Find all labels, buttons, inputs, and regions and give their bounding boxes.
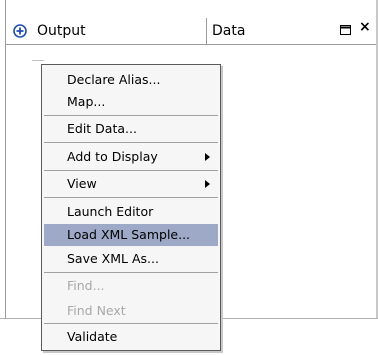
menu-separator [44, 197, 218, 198]
menu-item-edit-data[interactable]: Edit Data... [44, 118, 218, 140]
menu-item-label: Validate [67, 329, 118, 344]
output-panel-header: Output Data × [6, 18, 376, 45]
menu-item-declare-alias[interactable]: Declare Alias... [44, 69, 218, 91]
column-divider[interactable] [206, 18, 207, 44]
menu-item-save-xml-as[interactable]: Save XML As... [44, 248, 218, 270]
menu-item-validate[interactable]: Validate [44, 326, 218, 348]
menu-item-label: Add to Display [67, 149, 158, 164]
close-icon[interactable]: × [359, 19, 371, 35]
menu-item-label: Map... [67, 94, 106, 109]
menu-item-label: Find Next [67, 303, 126, 318]
menu-item-label: Edit Data... [67, 121, 137, 136]
menu-item-map[interactable]: Map... [44, 91, 218, 113]
menu-separator [44, 115, 218, 116]
menu-separator [44, 142, 218, 143]
menu-item-label: Declare Alias... [67, 72, 161, 87]
menu-item-view[interactable]: View [44, 173, 218, 195]
menu-separator [44, 272, 218, 273]
menu-item-find-next[interactable]: Find Next [44, 300, 218, 322]
menu-item-label: Load XML Sample... [67, 227, 191, 242]
menu-item-label: Save XML As... [67, 251, 159, 266]
menu-item-label: Find... [67, 278, 105, 293]
menu-item-label: View [67, 176, 97, 191]
menu-item-load-xml-sample[interactable]: Load XML Sample... [44, 224, 218, 246]
restore-window-icon[interactable] [340, 24, 351, 35]
menu-separator [44, 323, 218, 324]
tree-connector-line [32, 60, 44, 61]
menu-item-find[interactable]: Find... [44, 275, 218, 297]
panel-left-border [5, 0, 6, 318]
submenu-arrow-icon [205, 180, 210, 188]
menu-item-launch-editor[interactable]: Launch Editor [44, 201, 218, 223]
column-header-data[interactable]: Data [212, 23, 245, 39]
column-header-output[interactable]: Output [37, 23, 86, 39]
menu-item-add-to-display[interactable]: Add to Display [44, 146, 218, 168]
submenu-arrow-icon [205, 153, 210, 161]
menu-item-label: Launch Editor [67, 204, 154, 219]
context-menu: Declare Alias... Map... Edit Data... Add… [41, 64, 221, 351]
menu-separator [44, 170, 218, 171]
expand-plus-icon[interactable] [13, 24, 27, 38]
